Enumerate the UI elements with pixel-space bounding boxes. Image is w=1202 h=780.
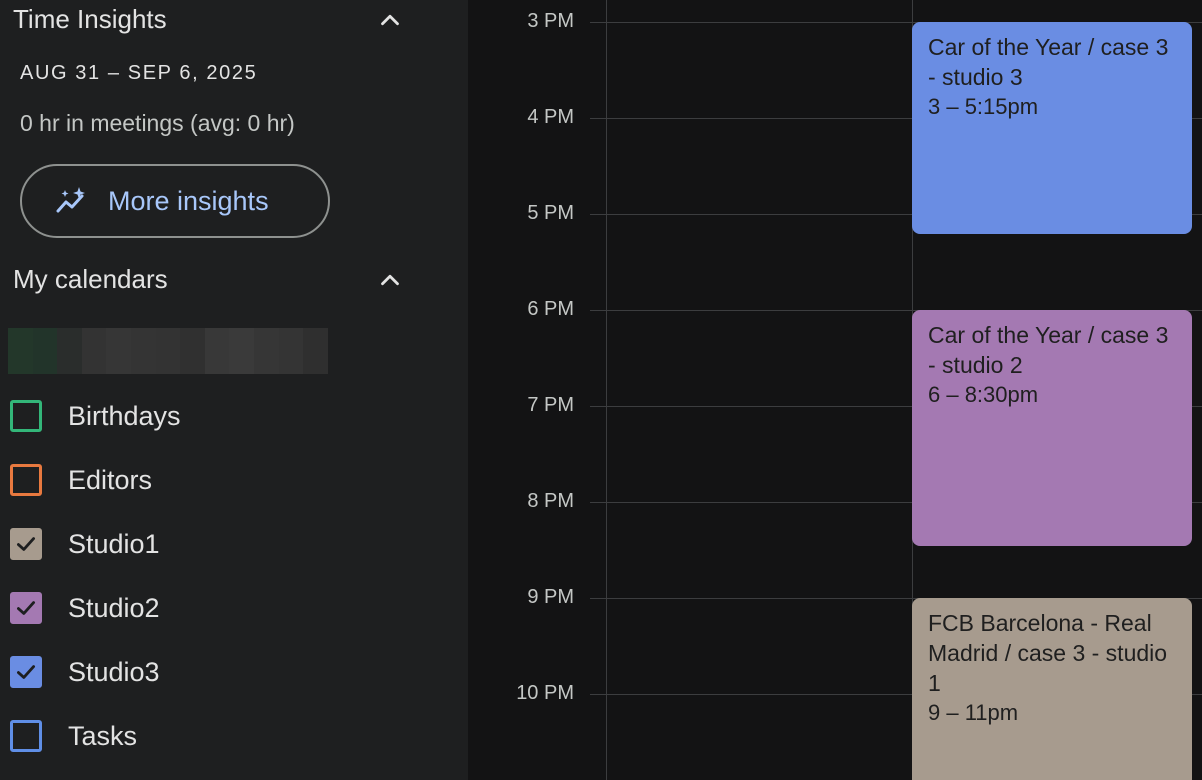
my-calendars-collapse-button[interactable] — [372, 262, 408, 298]
calendar-item-studio3[interactable]: Studio3 — [10, 652, 160, 692]
event-time: 9 – 11pm — [928, 700, 1019, 725]
time-label: 8 PM — [527, 490, 574, 512]
time-label: 3 PM — [527, 10, 574, 32]
time-insights-collapse-button[interactable] — [372, 2, 408, 38]
calendar-checkbox[interactable] — [10, 400, 42, 432]
sparkle-chart-icon — [54, 183, 90, 219]
calendar-item-studio1[interactable]: Studio1 — [10, 524, 160, 564]
day-grid: 3 PM 4 PM 5 PM 6 PM 7 PM 8 PM 9 PM 10 PM Car of… — [468, 0, 1202, 780]
event-title: Car of the Year / case 3 - studio 3 — [928, 34, 1169, 90]
calendar-checkbox[interactable] — [10, 528, 42, 560]
sidebar: Time Insights AUG 31 – SEP 6, 2025 0 hr … — [0, 0, 468, 780]
calendar-item-label: Studio1 — [68, 528, 160, 559]
time-label: 6 PM — [527, 298, 574, 320]
my-calendars-header: My calendars — [13, 264, 168, 294]
calendar-item-editors[interactable]: Editors — [10, 460, 152, 500]
time-insights-header: Time Insights — [13, 4, 167, 34]
calendar-item-label: Editors — [68, 464, 153, 495]
calendar-checkbox[interactable] — [10, 656, 42, 688]
grid-divider — [606, 0, 607, 780]
event-time: 3 – 5:15pm — [928, 94, 1039, 119]
event-card[interactable]: Car of the Year / case 3 - studio 2 6 – 8… — [912, 310, 1192, 546]
insights-date-range: AUG 31 – SEP 6, 2025 — [20, 62, 258, 84]
time-label: 5 PM — [527, 202, 574, 224]
more-insights-label: More insights — [108, 185, 269, 216]
event-time: 6 – 8:30pm — [928, 382, 1039, 407]
calendar-checkbox[interactable] — [10, 592, 42, 624]
calendar-item-birthdays[interactable]: Birthdays — [10, 396, 181, 436]
calendar-item-tasks[interactable]: Tasks — [10, 716, 137, 756]
redacted-calendar-entry — [8, 328, 328, 374]
more-insights-button[interactable]: More insights — [20, 164, 330, 238]
calendar-checkbox[interactable] — [10, 464, 42, 496]
calendar-item-label: Tasks — [68, 720, 138, 751]
calendar-item-label: Studio2 — [68, 592, 160, 623]
checkmark-icon — [17, 665, 35, 679]
calendar-item-studio2[interactable]: Studio2 — [10, 588, 160, 628]
event-title: Car of the Year / case 3 - studio 2 — [928, 322, 1169, 378]
calendar-item-label: Birthdays — [68, 400, 181, 431]
calendar-checkbox[interactable] — [10, 720, 42, 752]
time-label: 9 PM — [527, 586, 574, 608]
checkmark-icon — [17, 601, 35, 615]
event-card[interactable]: Car of the Year / case 3 - studio 3 3 – 5… — [912, 22, 1192, 234]
meetings-summary: 0 hr in meetings (avg: 0 hr) — [20, 110, 295, 136]
time-label: 10 PM — [516, 682, 574, 704]
event-card[interactable]: FCB Barcelona - Real Madrid / case 3 - s… — [912, 598, 1192, 780]
time-label: 4 PM — [527, 106, 574, 128]
chevron-up-icon — [381, 274, 399, 286]
checkmark-icon — [17, 537, 35, 551]
event-title: FCB Barcelona - Real Madrid / case 3 - s… — [928, 610, 1168, 696]
time-label: 7 PM — [527, 394, 574, 416]
calendar-app: Time Insights AUG 31 – SEP 6, 2025 0 hr … — [0, 0, 1202, 780]
calendar-item-label: Studio3 — [68, 656, 160, 687]
chevron-up-icon — [381, 14, 399, 26]
